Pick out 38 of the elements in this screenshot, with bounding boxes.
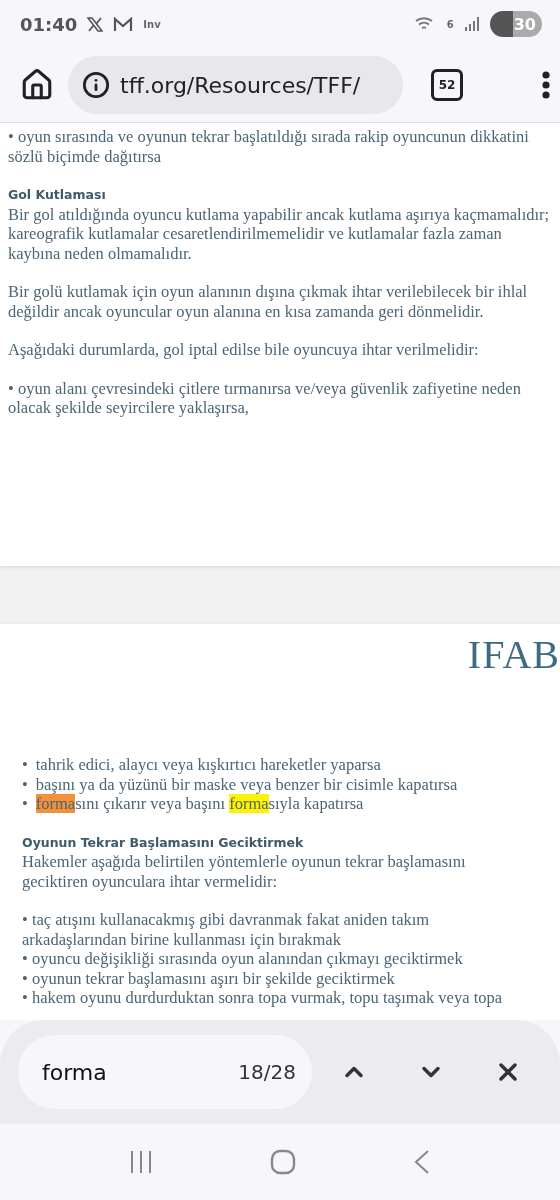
section-heading: Oyunun Tekrar Başlamasını Geciktirmek: [22, 833, 305, 852]
paragraph: Aşağıdaki durumlarda, gol iptal edilse bile oyuncuya ihtar verilmelidir:: [8, 340, 480, 360]
wifi-label: 6: [446, 18, 454, 30]
menu-icon: [542, 71, 550, 99]
paragraph: • oyunun tekrar başlamasını aşırı bir şekilde geciktirmek: [22, 968, 396, 988]
notification-label: Inv: [143, 18, 161, 30]
paragraph: • oyun alanı çevresindeki çitlere tırmanırsa ve/veya güvenlik zafiyetine neden olacak şekilde seyircilere yaklaşırsa,: [8, 378, 522, 418]
bullet-marker: •: [22, 755, 28, 775]
paragraph: • hakem oyunu durdurduktan sonra topa vurmak, topu taşımak veya topa: [22, 988, 504, 1008]
bullet-marker: •: [22, 794, 28, 814]
logo: IFAB: [467, 634, 560, 676]
paragraph: • oyuncu değişikliği sırasında oyun alanından çıkmayı geciktirmek: [22, 949, 464, 969]
list-item: başını ya da yüzünü bir maske veya benzer bir cisimle kapatırsa: [35, 774, 458, 794]
paragraph: • oyun sırasında ve oyunun tekrar başlatıldığı sırada rakip oyuncunun dikkatini sözlü biçimde dağıtırsa: [8, 127, 530, 166]
mail-icon: [113, 16, 134, 32]
find-field[interactable]: forma 18/28: [18, 1035, 312, 1109]
home-button[interactable]: [20, 68, 54, 102]
paragraph: Hakemler aşağıda belirtilen yöntemlerle oyunun tekrar başlamasını geciktiren oyunculara ihtar vermelidir:: [22, 852, 467, 891]
battery-indicator: 30: [489, 11, 542, 37]
search-input[interactable]: forma: [40, 1058, 239, 1086]
paragraph: Bir golü kutlamak için oyun alanının dışına çıkmak ihtar verilebilecek bir ihlal değildir ancak oyuncular oyun alanına en kısa zamanda geri dönmelidir.: [8, 282, 529, 321]
match-highlight: forma: [229, 794, 269, 813]
x-logo-icon: [87, 16, 104, 32]
paragraph: Bir gol atıldığında oyuncu kutlama yapabilir ancak kutlama aşırıya kaçmamalıdır; kareografik kutlamalar cesaretlendirilmemelidir ve kutlamalar fazla zaman kaybına neden olmamalıdır.: [8, 204, 551, 263]
info-icon: [82, 71, 110, 99]
signal-icon: [463, 16, 480, 32]
tab-count-button[interactable]: 52: [431, 69, 463, 101]
list-item: tahrik edici, alaycı veya kışkırtıcı hareketler yaparsa: [35, 755, 381, 775]
menu-button[interactable]: [542, 71, 550, 99]
section-heading: Gol Kutlaması: [8, 186, 107, 204]
recent-apps-button[interactable]: [128, 1150, 153, 1174]
match-highlight: forma: [35, 794, 76, 813]
paragraph: • taç atışını kullanacakmış gibi davranmak fakat aniden takım arkadaşlarından birine kullanması için bırakmak: [22, 910, 431, 949]
bullet-marker: •: [22, 774, 28, 794]
clock: 01:40: [20, 13, 78, 35]
address-bar[interactable]: tff.org/Resources/TFF/: [68, 56, 403, 114]
home-nav-button[interactable]: [270, 1149, 296, 1175]
match-count: 18/28: [238, 1060, 296, 1084]
